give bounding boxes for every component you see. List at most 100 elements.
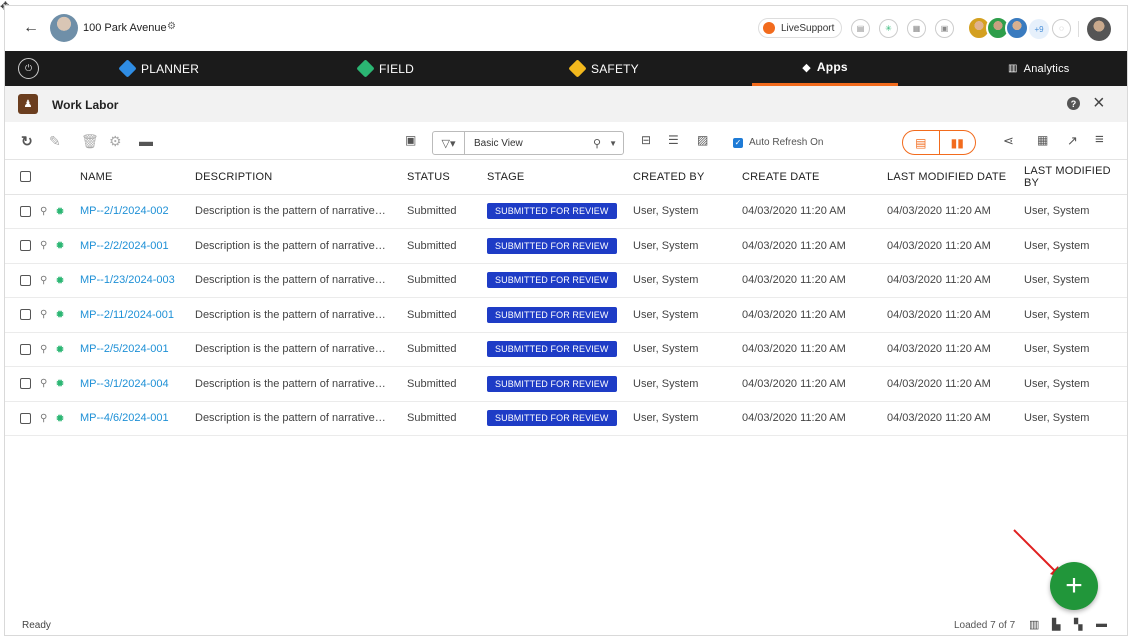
record-name-link[interactable]: MP--2/11/2024-001 bbox=[80, 309, 174, 321]
project-avatar[interactable] bbox=[50, 14, 78, 42]
workflow-icon[interactable]: ✹ bbox=[55, 343, 64, 356]
workflow-icon[interactable]: ✹ bbox=[55, 239, 64, 252]
more-users-badge[interactable]: +9 bbox=[1029, 19, 1049, 39]
chart-icon-button[interactable]: ▮▮ bbox=[938, 131, 976, 154]
project-settings-icon[interactable]: ⚙ bbox=[167, 21, 176, 32]
table-row[interactable]: ⚲ ✹ MP--2/5/2024-001 Description is the p… bbox=[5, 332, 1127, 367]
back-arrow-icon[interactable]: ← bbox=[23, 19, 39, 37]
workflow-icon[interactable]: ✹ bbox=[55, 412, 64, 425]
project-name[interactable]: 100 Park Avenue bbox=[83, 22, 167, 34]
workflow-icon[interactable]: ✹ bbox=[55, 308, 64, 321]
record-name-link[interactable]: MP--2/2/2024-001 bbox=[80, 240, 169, 252]
row-checkbox[interactable] bbox=[20, 378, 31, 390]
livesupport-button[interactable]: LiveSupport bbox=[758, 18, 842, 38]
saved-views-icon[interactable]: ▣ bbox=[405, 133, 416, 147]
add-record-button[interactable]: + bbox=[1050, 562, 1098, 610]
calendar-icon[interactable]: ▣ bbox=[935, 19, 954, 38]
row-checkbox[interactable] bbox=[20, 343, 31, 355]
barcode-icon[interactable]: ▥ bbox=[1029, 618, 1039, 631]
nav-analytics[interactable]: ▥ Analytics bbox=[1008, 51, 1069, 86]
col-last-modified-by[interactable]: LAST MODIFIED BY bbox=[1024, 160, 1127, 195]
stage-badge: SUBMITTED FOR REVIEW bbox=[487, 203, 617, 220]
notes-footer-icon[interactable]: ▚ bbox=[1074, 618, 1082, 631]
export-icon[interactable]: ▦ bbox=[1037, 133, 1048, 147]
nav-safety-label: SAFETY bbox=[591, 61, 639, 76]
list-view-icon[interactable]: ☰ bbox=[668, 133, 679, 147]
refresh-icon[interactable]: ↻ bbox=[21, 133, 33, 150]
location-pin-icon[interactable]: ⚲ bbox=[40, 240, 47, 251]
col-name[interactable]: NAME bbox=[80, 160, 195, 195]
report-icon-button[interactable]: ▤ bbox=[903, 131, 939, 154]
checkbox-checked-icon[interactable]: ✓ bbox=[733, 137, 743, 148]
settings-icon[interactable]: ⚙ bbox=[109, 133, 122, 150]
col-stage[interactable]: STAGE bbox=[487, 160, 633, 195]
table-row[interactable]: ⚲ ✹ MP--2/2/2024-001 Description is the p… bbox=[5, 228, 1127, 264]
chat-icon[interactable]: ◌ bbox=[1052, 19, 1071, 38]
nav-planner-label: PLANNER bbox=[141, 61, 200, 76]
group-icon[interactable]: ⊟ bbox=[641, 133, 651, 147]
field-app-icon[interactable]: ✳ bbox=[879, 19, 898, 38]
row-checkbox[interactable] bbox=[20, 240, 31, 252]
open-external-icon[interactable]: ↗ bbox=[1067, 133, 1078, 149]
select-all-checkbox[interactable] bbox=[20, 171, 31, 183]
user-avatar-3[interactable] bbox=[1005, 16, 1029, 40]
close-icon[interactable]: × bbox=[1093, 92, 1105, 115]
home-icon[interactable]: ⏻ bbox=[18, 58, 39, 79]
menu-icon[interactable]: ≡ bbox=[1095, 131, 1104, 148]
col-create-date[interactable]: CREATE DATE bbox=[742, 160, 887, 195]
record-name-link[interactable]: MP--2/1/2024-002 bbox=[80, 205, 169, 217]
safety-icon bbox=[568, 59, 587, 78]
nav-field[interactable]: FIELD bbox=[356, 51, 414, 86]
location-pin-icon[interactable]: ⚲ bbox=[40, 378, 47, 389]
record-name-link[interactable]: MP--1/23/2024-003 bbox=[80, 274, 175, 286]
location-pin-icon[interactable]: ⚲ bbox=[40, 275, 47, 286]
location-pin-icon[interactable]: ⚲ bbox=[40, 344, 47, 355]
col-created-by[interactable]: CREATED BY bbox=[633, 160, 742, 195]
table-row[interactable]: ⚲ ✹ MP--3/1/2024-004 Description is the p… bbox=[5, 366, 1127, 402]
app-window: ← 100 Park Avenue ⚙ LiveSupport ▤ ✳ ▦ ▣ … bbox=[4, 5, 1128, 636]
nav-planner[interactable]: PLANNER bbox=[118, 51, 200, 86]
share-icon[interactable]: ⋖ bbox=[1003, 133, 1014, 149]
record-name-link[interactable]: MP--4/6/2024-001 bbox=[80, 412, 169, 424]
row-checkbox[interactable] bbox=[20, 412, 31, 424]
table-row[interactable]: ⚲ ✹ MP--1/23/2024-003 Description is the … bbox=[5, 263, 1127, 298]
current-user-avatar[interactable] bbox=[1087, 17, 1111, 41]
edit-icon[interactable]: ✎ bbox=[49, 133, 61, 150]
workflow-icon[interactable]: ✹ bbox=[55, 205, 64, 218]
workflow-icon[interactable]: ✹ bbox=[55, 377, 64, 390]
record-name-link[interactable]: MP--3/1/2024-004 bbox=[80, 378, 169, 390]
nav-apps[interactable]: ◆ Apps bbox=[752, 51, 898, 86]
table-row[interactable]: ⚲ ✹ MP--4/6/2024-001 Description is the p… bbox=[5, 401, 1127, 436]
loaded-count: Loaded 7 of 7 bbox=[954, 620, 1016, 631]
search-icon[interactable]: ⚲ bbox=[593, 137, 601, 150]
nav-safety[interactable]: SAFETY bbox=[568, 51, 639, 86]
location-pin-icon[interactable]: ⚲ bbox=[40, 309, 47, 320]
record-name-link[interactable]: MP--2/5/2024-001 bbox=[80, 343, 169, 355]
col-status[interactable]: STATUS bbox=[407, 160, 487, 195]
table-row[interactable]: ⚲ ✹ MP--2/11/2024-001 Description is the … bbox=[5, 297, 1127, 333]
document-icon[interactable]: ▤ bbox=[851, 19, 870, 38]
modified-by-cell: User, System bbox=[1024, 332, 1127, 367]
view-selector[interactable]: ▽▾ Basic View ⚲ ▼ bbox=[432, 131, 624, 155]
auto-refresh-toggle[interactable]: ✓ Auto Refresh On bbox=[733, 137, 823, 148]
table-row[interactable]: ⚲ ✹ MP--2/1/2024-002 Description is the p… bbox=[5, 194, 1127, 229]
col-description[interactable]: DESCRIPTION bbox=[195, 160, 407, 195]
notes-icon[interactable]: ▬ bbox=[139, 133, 153, 149]
bar-chart-icon[interactable]: ▙ bbox=[1052, 618, 1060, 631]
report-icon[interactable]: ▦ bbox=[907, 19, 926, 38]
help-icon[interactable]: ? bbox=[1067, 97, 1080, 110]
location-pin-icon[interactable]: ⚲ bbox=[40, 413, 47, 424]
delete-icon[interactable]: 🗑 bbox=[81, 133, 99, 150]
row-checkbox[interactable] bbox=[20, 205, 31, 217]
description-cell: Description is the pattern of narrative… bbox=[195, 228, 407, 264]
location-pin-icon[interactable]: ⚲ bbox=[40, 206, 47, 217]
filter-icon[interactable]: ▽▾ bbox=[433, 132, 465, 154]
chevron-down-icon[interactable]: ▼ bbox=[609, 139, 617, 148]
workflow-icon[interactable]: ✹ bbox=[55, 274, 64, 287]
row-checkbox[interactable] bbox=[20, 309, 31, 321]
nav-analytics-label: Analytics bbox=[1023, 62, 1070, 75]
col-last-modified-date[interactable]: LAST MODIFIED DATE bbox=[887, 160, 1024, 195]
gallery-view-icon[interactable]: ▨ bbox=[697, 133, 708, 147]
row-checkbox[interactable] bbox=[20, 274, 31, 286]
comment-icon[interactable]: ▬ bbox=[1096, 618, 1107, 630]
